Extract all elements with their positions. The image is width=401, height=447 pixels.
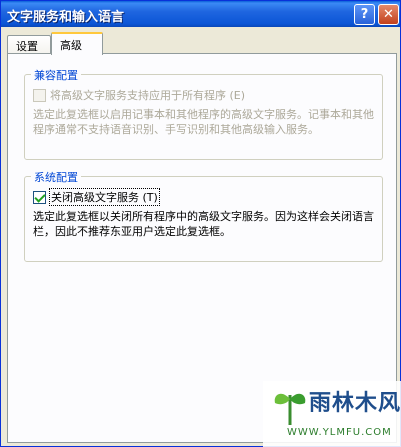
disable-ats-checkbox[interactable] xyxy=(33,190,46,204)
watermark-url: WWW.YLMFU.COM xyxy=(287,427,392,438)
system-description: 选定此复选框以关闭所有程序中的高级文字服务。因为这样会关闭语言栏，因此不推荐东亚… xyxy=(33,210,374,238)
leaf-logo-icon xyxy=(274,393,306,425)
system-group-title: 系统配置 xyxy=(31,169,81,185)
compat-description: 选定此复选框以启用记事本和其他程序的高级文字服务。记事本和其他程序通常不支持语音… xyxy=(33,108,374,136)
tab-strip: 设置 高级 xyxy=(7,32,397,55)
compat-group-title: 兼容配置 xyxy=(31,67,81,83)
title-bar[interactable]: 文字服务和输入语言 ? ✕ xyxy=(1,1,400,27)
disable-ats-checkbox-row[interactable]: 关闭高级文字服务 (T) xyxy=(33,188,160,206)
compat-config-group: 兼容配置 将高级文字服务支持应用于所有程序 (E) 选定此复选框以启用记事本和其… xyxy=(24,67,383,160)
disable-ats-checkbox-label: 关闭高级文字服务 (T) xyxy=(49,188,160,206)
tab-advanced[interactable]: 高级 xyxy=(51,32,103,55)
window-title: 文字服务和输入语言 xyxy=(7,10,125,25)
close-icon: ✕ xyxy=(383,7,394,22)
help-button[interactable]: ? xyxy=(354,4,375,25)
compat-checkbox-row[interactable]: 将高级文字服务支持应用于所有程序 (E) xyxy=(33,87,245,103)
help-icon: ? xyxy=(360,7,369,22)
tab-settings[interactable]: 设置 xyxy=(7,35,51,54)
watermark-brand: 雨林木风 xyxy=(309,390,401,416)
compat-checkbox[interactable] xyxy=(33,88,46,102)
system-config-group: 系统配置 关闭高级文字服务 (T) 选定此复选框以关闭所有程序中的高级文字服务。… xyxy=(24,169,383,262)
dialog-window: 文字服务和输入语言 ? ✕ 设置 高级 兼容配置 将高级文字服务支持应用于所有程… xyxy=(0,0,401,447)
close-button[interactable]: ✕ xyxy=(378,4,399,25)
watermark-logo: 雨林木风 WWW.YLMFU.COM xyxy=(263,381,401,447)
compat-checkbox-label: 将高级文字服务支持应用于所有程序 (E) xyxy=(50,89,246,102)
